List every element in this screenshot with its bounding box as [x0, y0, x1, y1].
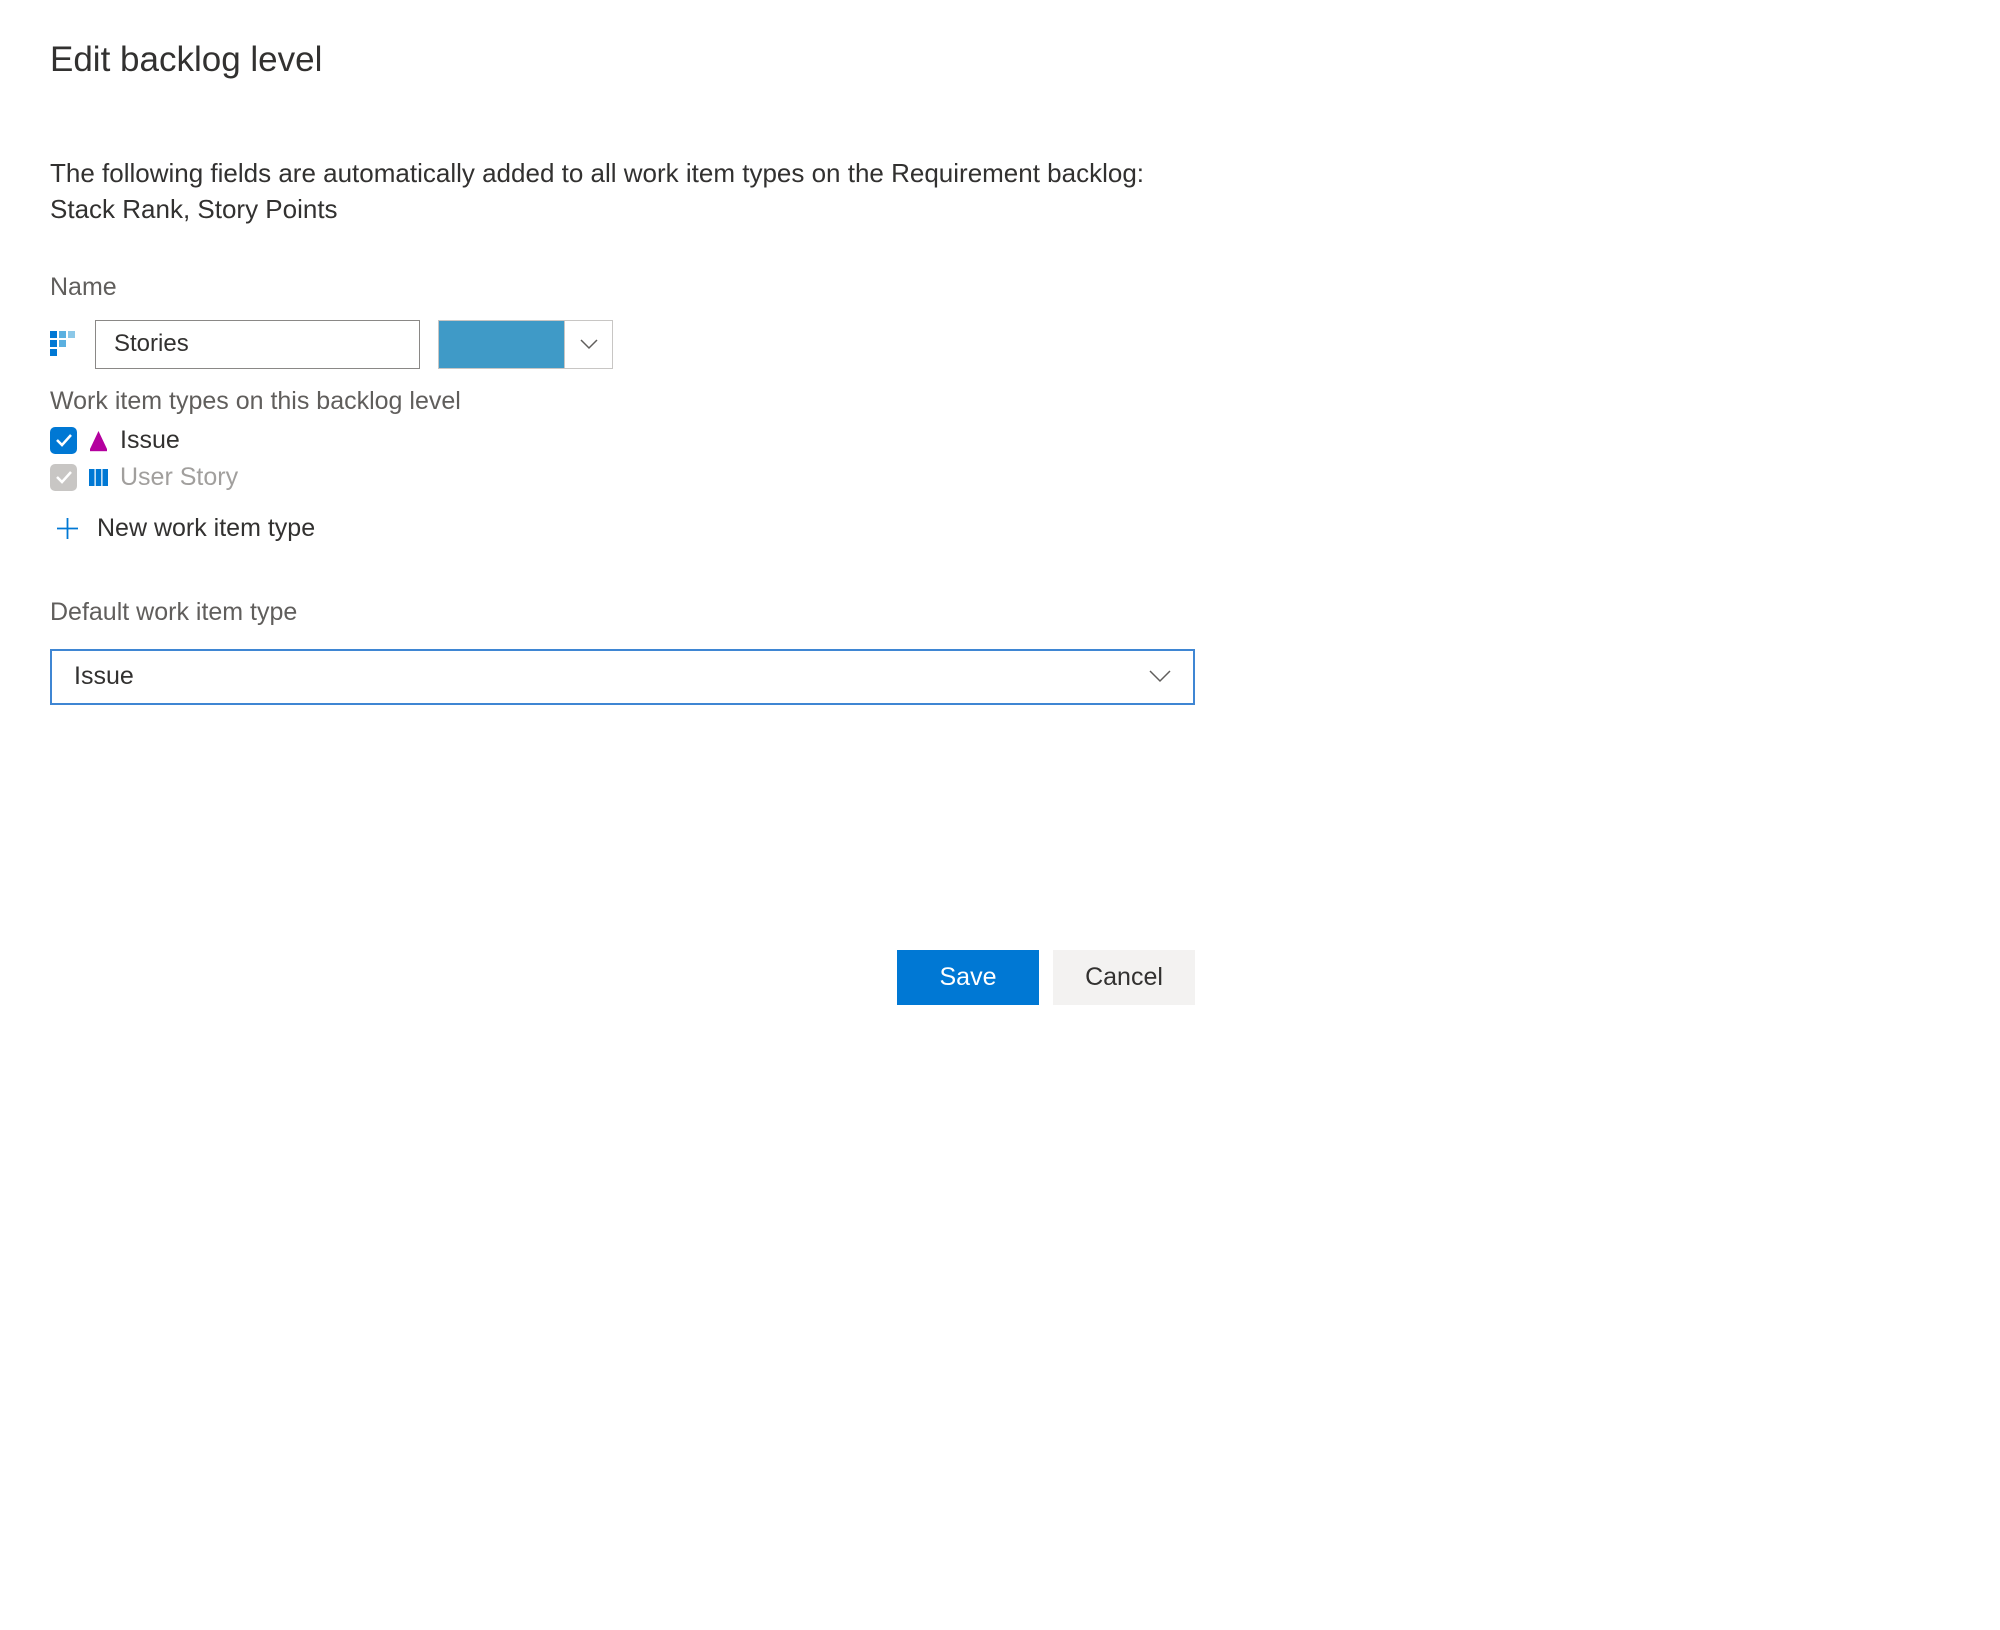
- backlog-level-icon: [50, 331, 77, 358]
- edit-backlog-level-dialog: Edit backlog level The following fields …: [50, 40, 1195, 1005]
- work-item-type-row-user-story: User Story: [50, 463, 1195, 492]
- dialog-description: The following fields are automatically a…: [50, 155, 1195, 228]
- work-item-type-list: Issue User Story: [50, 426, 1195, 492]
- color-dropdown-button[interactable]: [564, 321, 612, 368]
- name-input[interactable]: [95, 320, 420, 369]
- issue-label: Issue: [120, 426, 180, 455]
- dialog-button-row: Save Cancel: [50, 950, 1195, 1005]
- user-story-label: User Story: [120, 463, 238, 492]
- user-story-icon: [87, 466, 110, 489]
- plus-icon: [56, 517, 79, 540]
- issue-icon: [87, 429, 110, 452]
- color-picker[interactable]: [438, 320, 613, 369]
- name-label: Name: [50, 273, 1195, 302]
- cancel-button[interactable]: Cancel: [1053, 950, 1195, 1005]
- check-icon: [56, 471, 72, 484]
- work-item-type-row-issue: Issue: [50, 426, 1195, 455]
- new-work-item-type-label: New work item type: [97, 514, 315, 543]
- issue-checkbox[interactable]: [50, 427, 77, 454]
- chevron-down-icon: [580, 339, 598, 350]
- new-work-item-type-button[interactable]: New work item type: [50, 514, 1195, 543]
- work-item-types-label: Work item types on this backlog level: [50, 387, 1195, 416]
- chevron-down-icon: [1149, 670, 1171, 683]
- default-select-value: Issue: [74, 662, 134, 691]
- color-swatch: [439, 321, 564, 368]
- name-row: [50, 320, 1195, 369]
- user-story-checkbox: [50, 464, 77, 491]
- dialog-title: Edit backlog level: [50, 40, 1195, 80]
- save-button[interactable]: Save: [897, 950, 1039, 1005]
- check-icon: [56, 434, 72, 447]
- default-work-item-type-select[interactable]: Issue: [50, 649, 1195, 705]
- default-work-item-type-label: Default work item type: [50, 598, 1195, 627]
